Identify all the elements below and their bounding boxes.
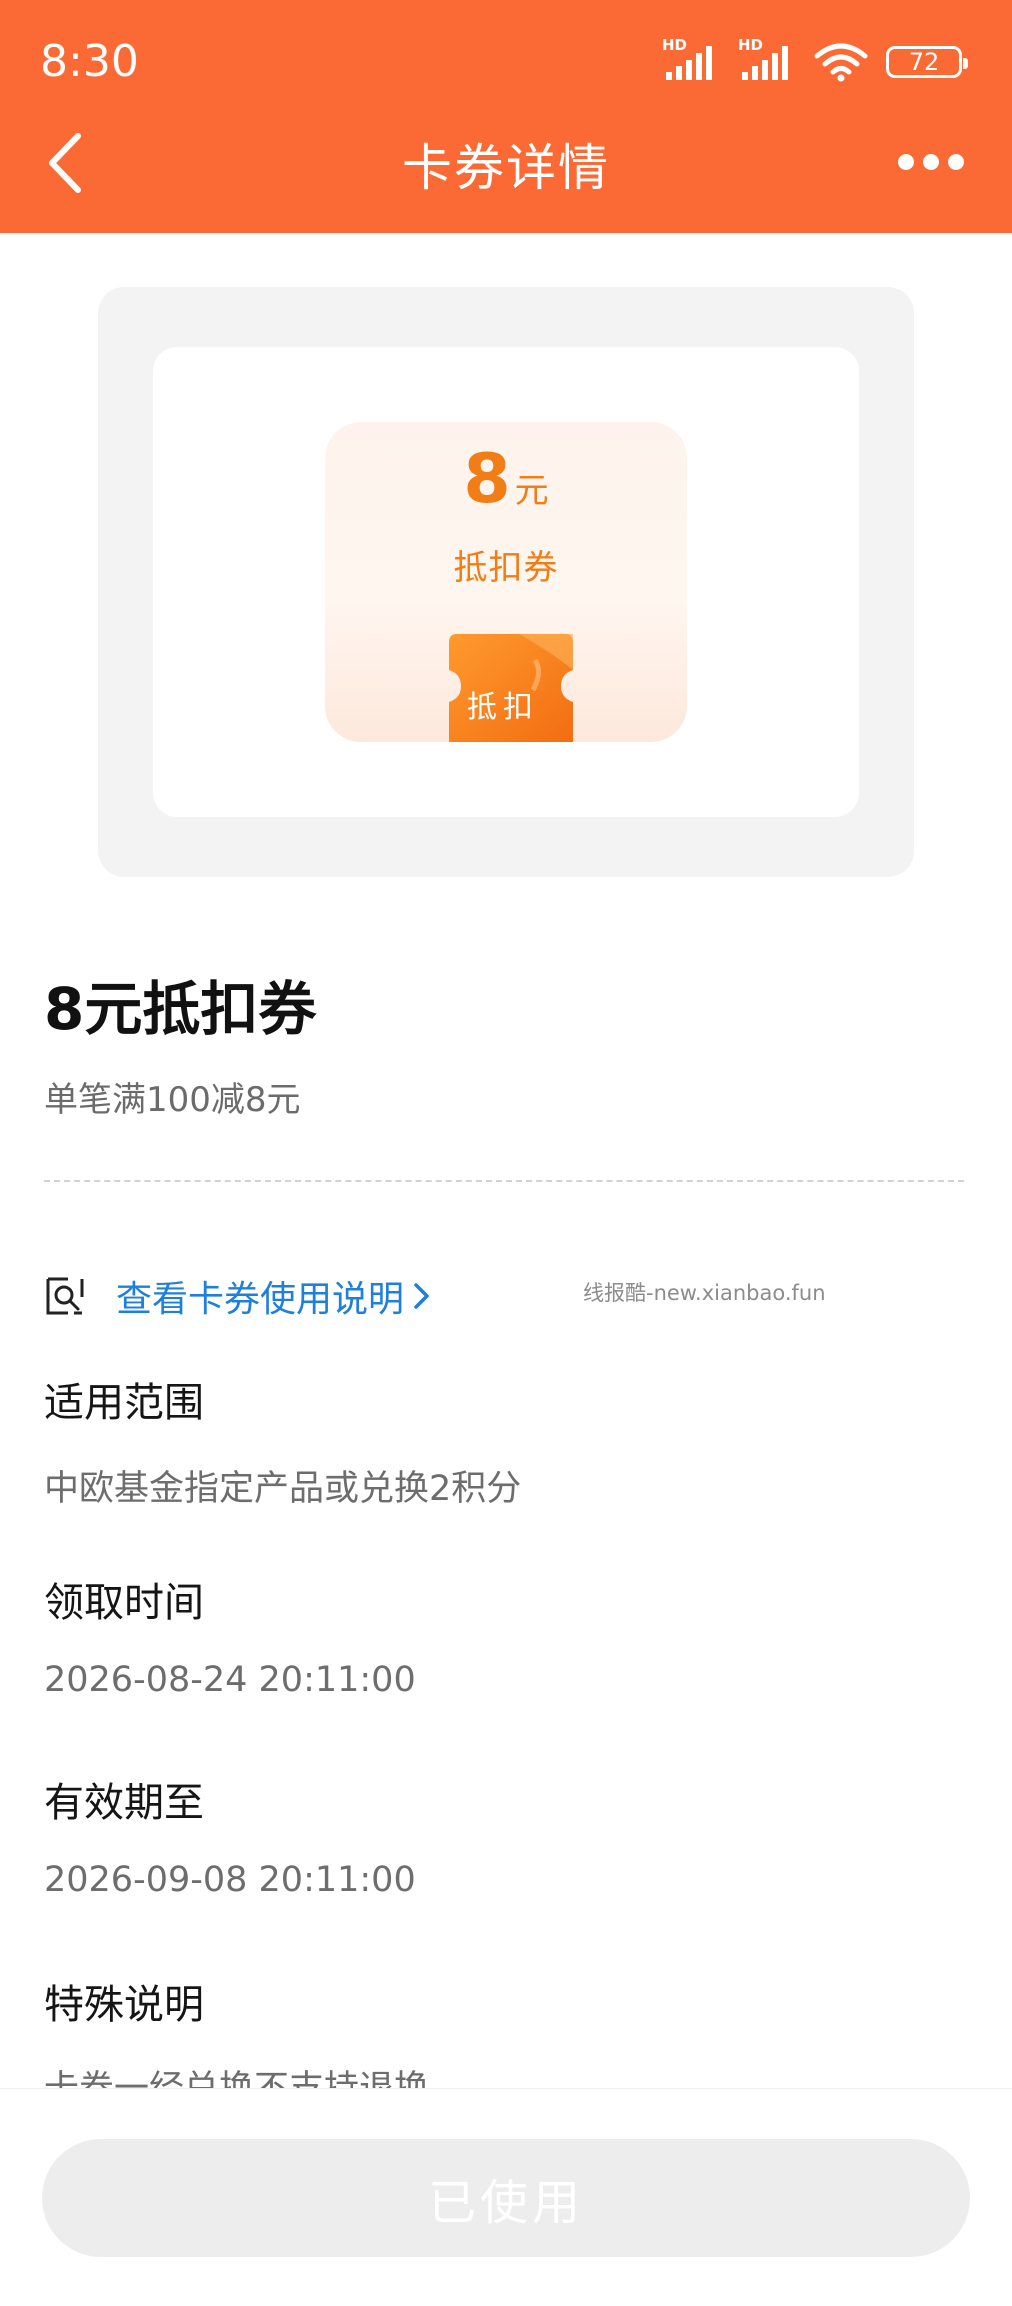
valid-until-title: 有效期至	[44, 1780, 204, 1826]
coupon-amount-value: 8	[463, 440, 511, 519]
signal-icon: HD	[738, 36, 796, 84]
battery-level: 72	[908, 48, 940, 76]
status-icons: HD HD 72	[662, 36, 968, 84]
coupon-tile: 8元 抵扣券 抵扣	[325, 422, 687, 742]
status-time: 8:30	[40, 36, 139, 87]
scope-title: 适用范围	[44, 1380, 204, 1426]
valid-until-value: 2026-09-08 20:11:00	[44, 1860, 416, 1900]
bottom-bar: 已使用	[0, 2088, 1012, 2306]
coupon-rule: 单笔满100减8元	[44, 1080, 301, 1120]
dot	[948, 154, 964, 170]
coupon-amount-unit: 元	[514, 471, 549, 511]
ticket-label: 抵扣	[467, 690, 539, 725]
top-header: 8:30 HD HD 72 卡券详情	[0, 0, 1012, 233]
watermark-text: 线报酷-new.xianbao.fun	[583, 1281, 826, 1305]
special-notes-title: 特殊说明	[44, 1982, 204, 2028]
used-status-button[interactable]: 已使用	[42, 2139, 970, 2257]
page-title: 卡券详情	[402, 139, 610, 197]
chevron-right-icon	[414, 1283, 429, 1309]
coupon-card: 8元 抵扣券 抵扣	[98, 287, 914, 877]
coupon-name: 8元抵扣券	[44, 975, 317, 1043]
dot	[898, 154, 914, 170]
view-instructions-link[interactable]: 查看卡券使用说明	[44, 1268, 432, 1324]
signal-icon: HD	[662, 36, 720, 84]
view-instructions-label: 查看卡券使用说明	[116, 1279, 405, 1320]
battery-icon: 72	[886, 46, 968, 78]
dot	[923, 154, 939, 170]
receive-time-title: 领取时间	[44, 1580, 204, 1626]
divider	[44, 1180, 964, 1182]
wifi-icon	[814, 43, 868, 82]
ticket-icon: 抵扣	[415, 612, 595, 742]
coupon-amount: 8元	[325, 440, 687, 519]
search-document-icon	[46, 1277, 84, 1315]
coupon-type: 抵扣券	[453, 548, 559, 588]
coupon-card-inner: 8元 抵扣券 抵扣	[153, 347, 859, 817]
scope-value: 中欧基金指定产品或兑换2积分	[44, 1469, 522, 1509]
receive-time-value: 2026-08-24 20:11:00	[44, 1660, 416, 1700]
more-options-icon[interactable]	[898, 150, 964, 174]
